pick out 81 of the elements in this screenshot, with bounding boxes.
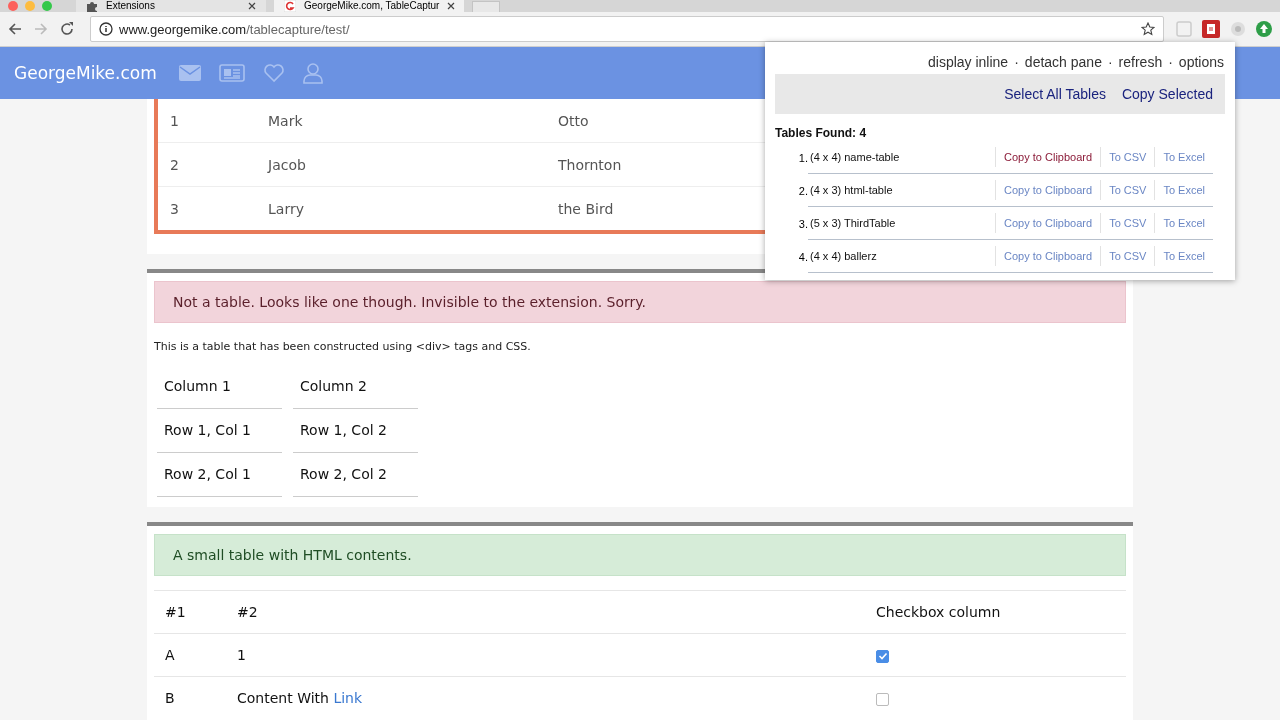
action-link[interactable]: Select All Tables — [1004, 86, 1106, 102]
description-text: This is a table that has been constructed using <div> tags and CSS. — [154, 340, 532, 353]
column-header: Column 1 — [157, 365, 282, 409]
menu-link[interactable]: display inline — [928, 54, 1009, 70]
link[interactable]: Link — [333, 690, 363, 706]
back-icon[interactable] — [8, 22, 22, 36]
table-action-link[interactable]: To CSV — [1100, 147, 1155, 167]
table-action-link[interactable]: To Excel — [1154, 180, 1213, 200]
table-cell-text: the Bird — [557, 200, 615, 217]
table-cell-text: Thornton — [557, 156, 623, 173]
new-tab-button[interactable] — [472, 1, 500, 12]
heart-icon[interactable] — [262, 63, 285, 83]
table-cell-text: Mark — [267, 112, 304, 129]
newspaper-icon[interactable] — [218, 64, 245, 82]
close-icon[interactable] — [447, 2, 456, 10]
column-header: Checkbox column — [875, 604, 1002, 620]
list-number: 4. — [797, 250, 808, 263]
table-action-link[interactable]: To Excel — [1154, 147, 1213, 167]
table-action-link[interactable]: Copy to Clipboard — [995, 213, 1101, 233]
menu-link[interactable]: detach pane — [1024, 54, 1102, 70]
checkbox[interactable] — [876, 692, 889, 706]
menu-link[interactable]: options — [1178, 54, 1224, 70]
table-cell-text: 2 — [169, 156, 180, 173]
puzzle-icon — [86, 0, 98, 12]
table-cell-text: 3 — [169, 200, 180, 217]
table-action-link[interactable]: Copy to Clipboard — [995, 147, 1101, 167]
table-action-link[interactable]: To Excel — [1154, 213, 1213, 233]
address-bar[interactable]: www.georgemike.com/tablecapture/test/ — [90, 16, 1164, 42]
alert-banner: A small table with HTML contents. — [154, 534, 1126, 576]
close-icon[interactable] — [248, 2, 256, 10]
menu-link[interactable]: refresh — [1118, 54, 1163, 70]
alert-banner: Not a table. Looks like one though. Invisible to the extension. Sorry. — [154, 281, 1126, 323]
url-text: www.georgemike.com/tablecapture/test/ — [119, 21, 351, 37]
table-cell-text: 1 — [169, 112, 180, 129]
table-name: (4 x 4) ballerz — [809, 250, 878, 262]
star-icon[interactable] — [1141, 22, 1155, 36]
tables-found-label: Tables Found: 4 — [775, 126, 868, 140]
separator-dot: · — [1168, 54, 1173, 70]
browser-tab[interactable]: Extensions — [76, 0, 266, 12]
checkbox[interactable] — [876, 649, 889, 663]
table-name: (5 x 3) ThirdTable — [809, 217, 897, 229]
table-action-link[interactable]: To CSV — [1100, 246, 1155, 266]
browser-tab[interactable]: GeorgeMike.com, TableCaptur — [274, 0, 464, 12]
forward-icon[interactable] — [34, 22, 48, 36]
user-icon[interactable] — [302, 62, 323, 84]
g-letter-icon — [284, 0, 296, 12]
separator-dot: · — [1014, 54, 1019, 70]
reload-icon[interactable] — [60, 22, 74, 36]
upload-icon[interactable] — [1256, 21, 1272, 37]
table-cell-text: 1 — [236, 647, 247, 663]
table-name: (4 x 4) name-table — [809, 151, 901, 163]
info-icon — [99, 22, 113, 36]
document-icon[interactable] — [1202, 20, 1220, 38]
table-name: (4 x 3) html-table — [809, 184, 894, 196]
list-number: 1. — [797, 151, 808, 164]
grid-icon[interactable] — [1176, 21, 1192, 37]
faded-extension-icon[interactable] — [1230, 21, 1246, 37]
action-link[interactable]: Copy Selected — [1121, 86, 1213, 102]
table-cell: Row 1, Col 1 — [157, 409, 282, 453]
table-cell-text: Content With Link — [236, 690, 364, 706]
column-header: Column 2 — [293, 365, 418, 409]
table-action-link[interactable]: To CSV — [1100, 213, 1155, 233]
table-cell-text: Larry — [267, 200, 305, 217]
list-number: 2. — [797, 184, 808, 197]
separator-dot: · — [1107, 54, 1113, 70]
table-action-link[interactable]: Copy to Clipboard — [995, 246, 1101, 266]
column-header: #1 — [164, 604, 187, 620]
mail-icon[interactable] — [178, 65, 201, 81]
table-action-link[interactable]: Copy to Clipboard — [995, 180, 1101, 200]
column-header: #2 — [236, 604, 259, 620]
table-cell-text: Jacob — [266, 156, 307, 173]
table-cell: Row 2, Col 2 — [293, 453, 418, 497]
table-cell: Row 1, Col 2 — [293, 409, 418, 453]
list-number: 3. — [797, 217, 808, 230]
table-action-link[interactable]: To Excel — [1154, 246, 1213, 266]
table-cell-text: B — [164, 690, 176, 706]
table-action-link[interactable]: To CSV — [1100, 180, 1155, 200]
table-cell: Row 2, Col 1 — [157, 453, 282, 497]
table-cell-text: A — [164, 647, 176, 663]
table-cell-text: Otto — [557, 112, 590, 129]
site-logo[interactable]: GeorgeMike.com — [14, 63, 157, 83]
